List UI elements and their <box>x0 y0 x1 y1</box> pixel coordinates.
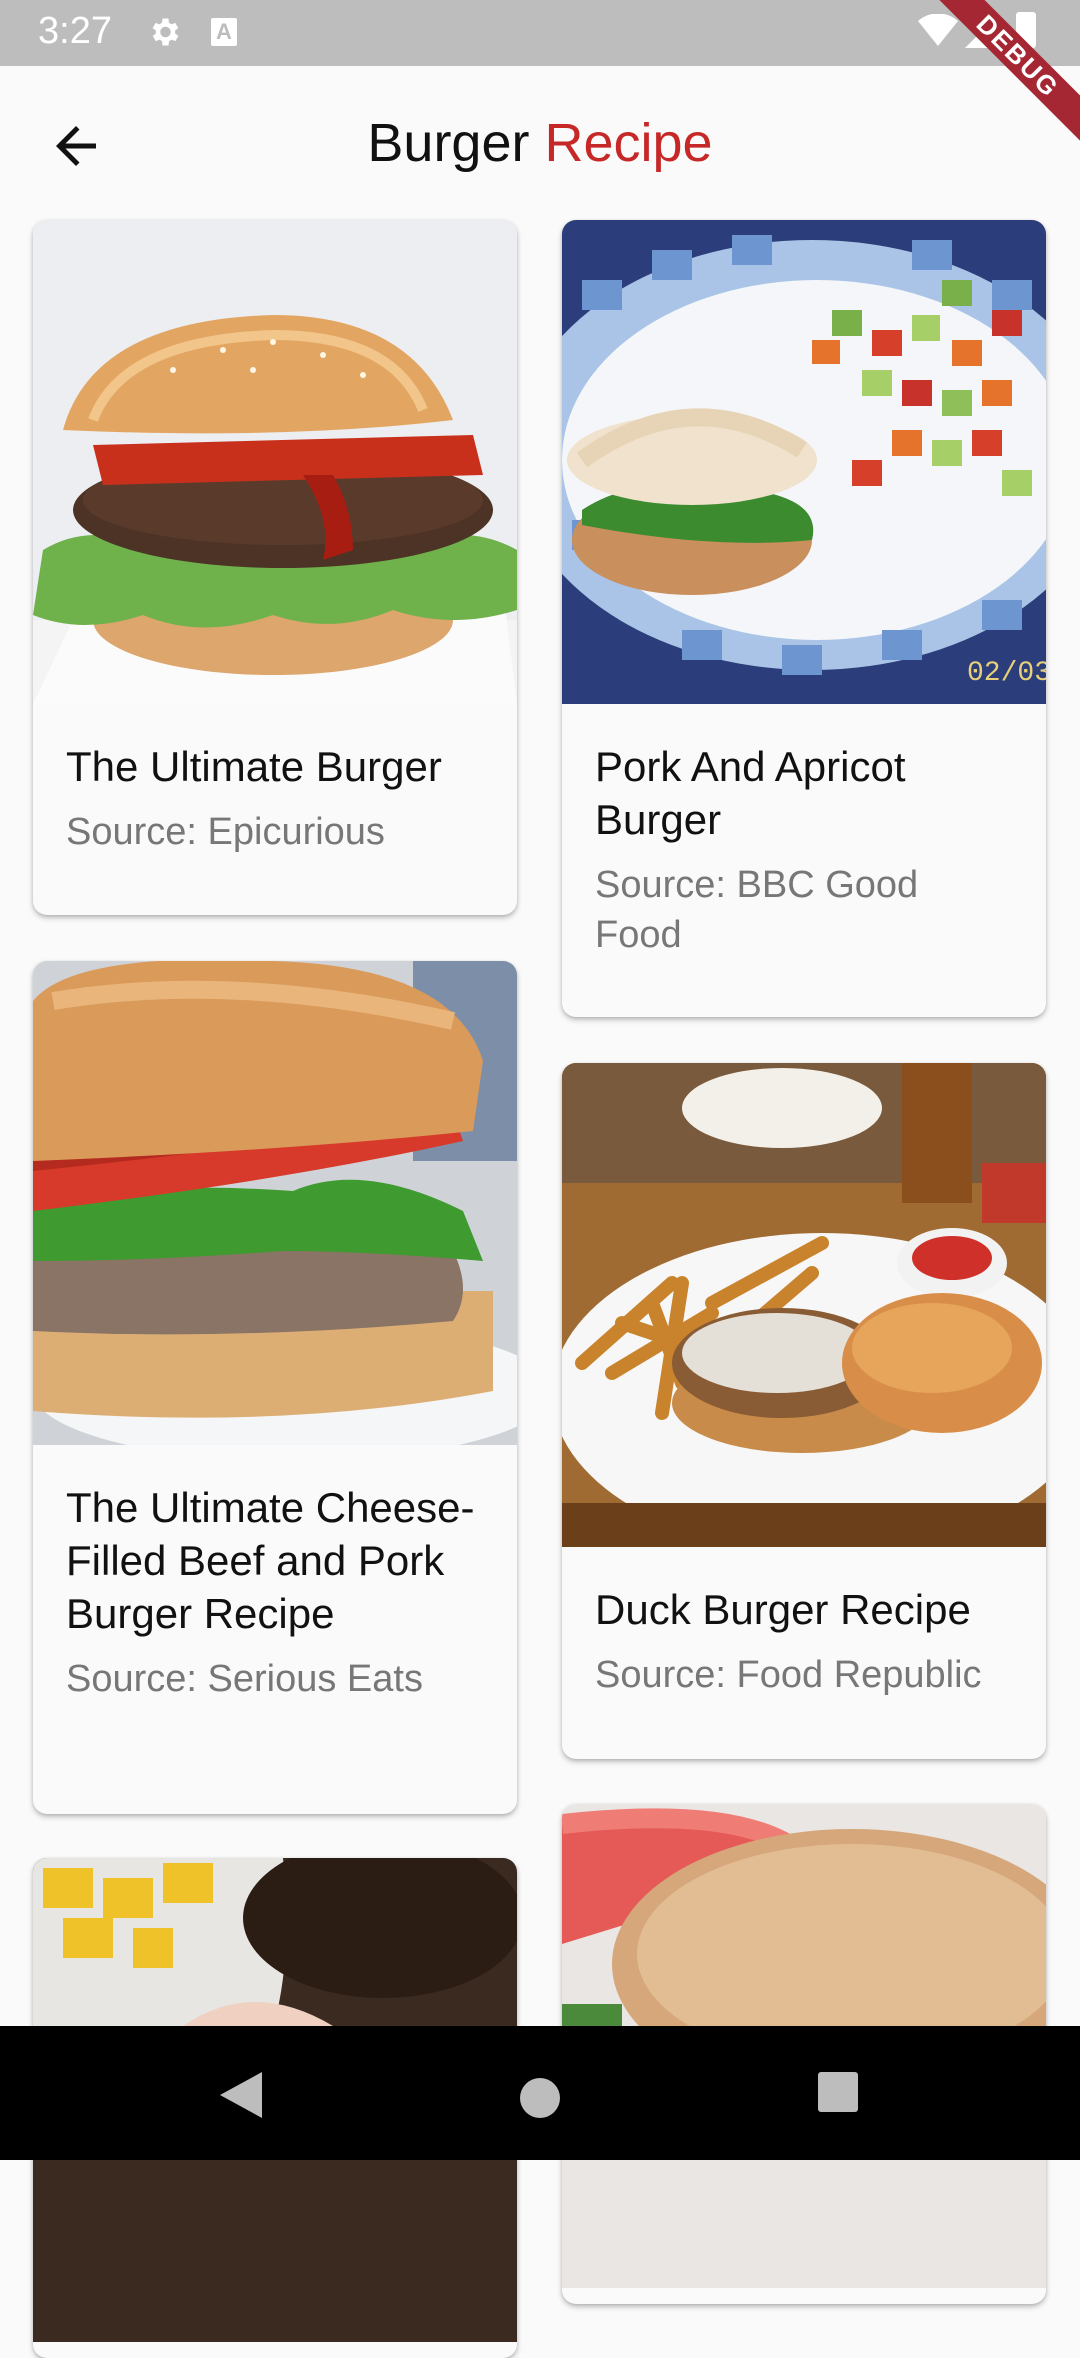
recipe-card[interactable]: The Ultimate Cheese-Filled Beef and Pork… <box>33 961 517 1814</box>
status-time: 3:27 <box>38 10 112 52</box>
navigation-bar <box>0 2026 1080 2160</box>
nav-back-icon[interactable] <box>218 2070 264 2120</box>
recipe-card-body: Pork And Apricot Burger Source: BBC Good… <box>562 704 1046 960</box>
recipe-source: Source: Serious Eats <box>66 1658 423 1700</box>
recipe-source: Source: Food Republic <box>595 1654 982 1696</box>
recipe-title: Pork And Apricot Burger <box>595 743 906 843</box>
recipe-card[interactable]: 02/03 Pork And Apricot Burger Source: BB… <box>562 220 1046 1017</box>
plate-date-text: 02/03 <box>967 658 1046 689</box>
recipe-card-body: The Ultimate Cheese-Filled Beef and Pork… <box>33 1445 517 1704</box>
title-part-recipe: Recipe <box>544 113 713 173</box>
status-bar: 3:27 A DEBUG <box>0 0 1080 160</box>
recipe-card[interactable]: The Ultimate Burger Source: Epicurious <box>33 220 517 915</box>
recipe-title: The Ultimate Burger <box>66 743 442 790</box>
title-part-burger: Burger <box>367 113 530 173</box>
keyboard-a-icon: A <box>211 18 237 46</box>
wifi-icon <box>918 14 958 46</box>
recipe-source: Source: BBC Good Food <box>595 864 919 956</box>
nav-recents-icon[interactable] <box>818 2072 858 2112</box>
app-bar: Burger Recipe <box>0 66 1080 216</box>
recipe-image <box>33 961 517 1445</box>
recipe-card-body: The Ultimate Burger Source: Epicurious <box>33 704 517 857</box>
recipe-card-body: Duck Burger Recipe Source: Food Republic <box>562 1547 1046 1700</box>
recipe-image <box>562 1063 1046 1547</box>
recipe-image: 02/03 <box>562 220 1046 704</box>
recipe-title: Duck Burger Recipe <box>595 1586 971 1633</box>
nav-home-icon[interactable] <box>520 2078 560 2118</box>
recipe-title: The Ultimate Cheese-Filled Beef and Pork… <box>66 1484 475 1637</box>
recipe-source: Source: Epicurious <box>66 811 385 853</box>
recipe-image <box>33 220 517 704</box>
recipe-card[interactable]: Duck Burger Recipe Source: Food Republic <box>562 1063 1046 1759</box>
gear-icon <box>152 18 179 46</box>
page-title: Burger Recipe <box>0 112 1080 174</box>
